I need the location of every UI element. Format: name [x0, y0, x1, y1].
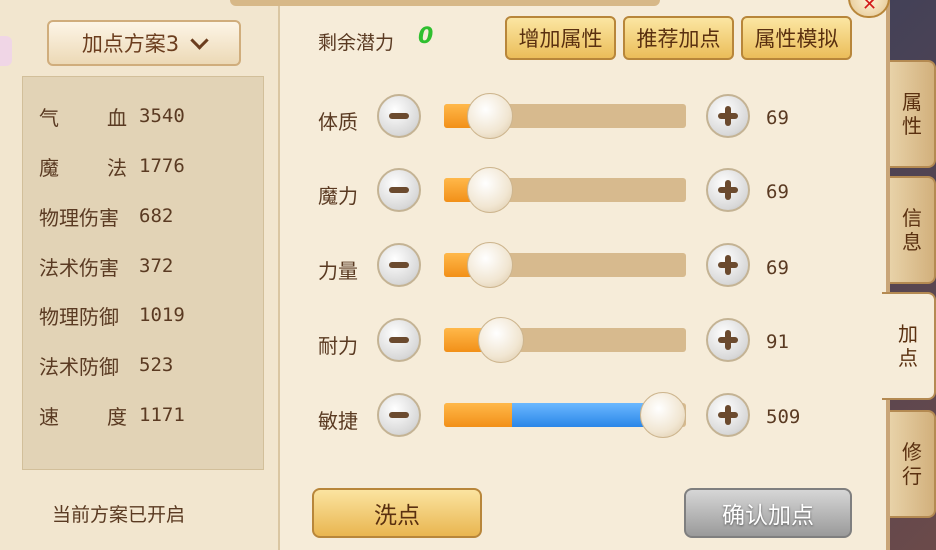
chevron-down-icon	[190, 30, 209, 50]
attr-label-strength: 力量	[318, 259, 358, 283]
left-decoration	[0, 36, 12, 66]
confirm-points-button[interactable]: 确认加点	[684, 488, 852, 538]
close-icon: ✕	[862, 0, 878, 15]
tab-add-points[interactable]: 加 点	[882, 292, 936, 400]
minus-icon	[389, 113, 409, 119]
minus-icon	[389, 412, 409, 418]
recommend-points-button[interactable]: 推荐加点	[623, 16, 734, 60]
plus-icon-v	[725, 255, 731, 275]
tab-char: 加	[898, 322, 918, 346]
slider-fill-base	[444, 403, 512, 427]
tab-char: 信	[902, 206, 922, 230]
minus-icon	[389, 262, 409, 268]
stat-name-char: 法	[107, 155, 127, 180]
simulate-attributes-button[interactable]: 属性模拟	[741, 16, 852, 60]
stat-row-magic-defense: 法术防御 523	[39, 350, 173, 380]
tab-attributes[interactable]: 属 性	[890, 60, 936, 168]
attr-label-agility: 敏捷	[318, 409, 358, 433]
stat-name-char: 速	[39, 404, 59, 429]
stat-row-hp: 气 血 3540	[39, 101, 185, 131]
slider-knob[interactable]	[467, 93, 514, 139]
attr-value-endurance: 91	[766, 331, 789, 353]
slider-knob[interactable]	[467, 242, 514, 288]
slider-knob[interactable]	[640, 392, 686, 438]
stat-name: 法术伤害	[39, 255, 119, 280]
tab-char: 性	[902, 114, 922, 138]
panel-top-ornament	[230, 0, 660, 6]
increase-constitution-button[interactable]	[706, 94, 750, 138]
stat-value: 3540	[139, 105, 185, 127]
stat-row-speed: 速 度 1171	[39, 400, 185, 430]
attr-value-magic: 69	[766, 181, 789, 203]
stat-row-magic-damage: 法术伤害 372	[39, 251, 173, 281]
attr-label-magic: 魔力	[318, 184, 358, 208]
plan-select-dropdown[interactable]: 加点方案3	[47, 20, 241, 66]
stat-value: 1019	[139, 304, 185, 326]
decrease-endurance-button[interactable]	[377, 318, 421, 362]
stat-name: 物理防御	[39, 304, 119, 329]
attr-label-constitution: 体质	[318, 110, 358, 134]
stat-name: 法术防御	[39, 354, 119, 379]
stat-value: 1171	[139, 404, 185, 426]
plan-status-text: 当前方案已开启	[52, 504, 186, 526]
plus-icon-v	[725, 180, 731, 200]
tab-char: 息	[902, 230, 922, 254]
stat-value: 1776	[139, 155, 185, 177]
slider-knob[interactable]	[478, 317, 525, 363]
stat-name-char: 魔	[39, 155, 59, 180]
minus-icon	[389, 187, 409, 193]
plus-icon-v	[725, 330, 731, 350]
potential-label: 剩余潜力	[318, 32, 395, 54]
tab-info[interactable]: 信 息	[890, 176, 936, 284]
stat-row-physical-defense: 物理防御 1019	[39, 300, 185, 330]
stat-name: 气 血	[39, 102, 127, 131]
stat-value: 372	[139, 255, 174, 277]
increase-magic-button[interactable]	[706, 168, 750, 212]
stats-list: 气 血 3540 魔 法 1776 物理伤害 682 法术伤害 372 物理防御…	[22, 76, 264, 470]
stat-name-char: 度	[107, 404, 127, 429]
decrease-magic-button[interactable]	[377, 168, 421, 212]
tab-char: 属	[902, 90, 922, 114]
attr-label-endurance: 耐力	[318, 334, 358, 358]
plan-select-label: 加点方案3	[81, 32, 180, 56]
stat-row-physical-damage: 物理伤害 682	[39, 201, 173, 231]
slider-knob[interactable]	[467, 167, 514, 213]
attr-value-constitution: 69	[766, 107, 789, 129]
tab-char: 修	[902, 440, 922, 464]
stat-name-char: 血	[107, 105, 127, 130]
tab-cultivation[interactable]: 修 行	[890, 410, 936, 518]
reset-points-button[interactable]: 洗点	[312, 488, 482, 538]
tab-char: 行	[902, 464, 922, 488]
stat-name: 速 度	[39, 401, 127, 430]
decrease-strength-button[interactable]	[377, 243, 421, 287]
attr-value-strength: 69	[766, 257, 789, 279]
attr-value-agility: 509	[766, 406, 801, 428]
stat-value: 523	[139, 354, 174, 376]
increase-endurance-button[interactable]	[706, 318, 750, 362]
stat-value: 682	[139, 205, 174, 227]
stat-name: 物理伤害	[39, 205, 119, 230]
plus-icon-v	[725, 106, 731, 126]
increase-agility-button[interactable]	[706, 393, 750, 437]
minus-icon	[389, 337, 409, 343]
decrease-constitution-button[interactable]	[377, 94, 421, 138]
add-attribute-button[interactable]: 增加属性	[505, 16, 616, 60]
tab-char: 点	[898, 346, 918, 370]
decrease-agility-button[interactable]	[377, 393, 421, 437]
stat-name-char: 气	[39, 105, 59, 130]
increase-strength-button[interactable]	[706, 243, 750, 287]
plus-icon-v	[725, 405, 731, 425]
stat-name: 魔 法	[39, 152, 127, 181]
potential-value: 0	[418, 24, 434, 49]
stat-row-mp: 魔 法 1776	[39, 151, 185, 181]
